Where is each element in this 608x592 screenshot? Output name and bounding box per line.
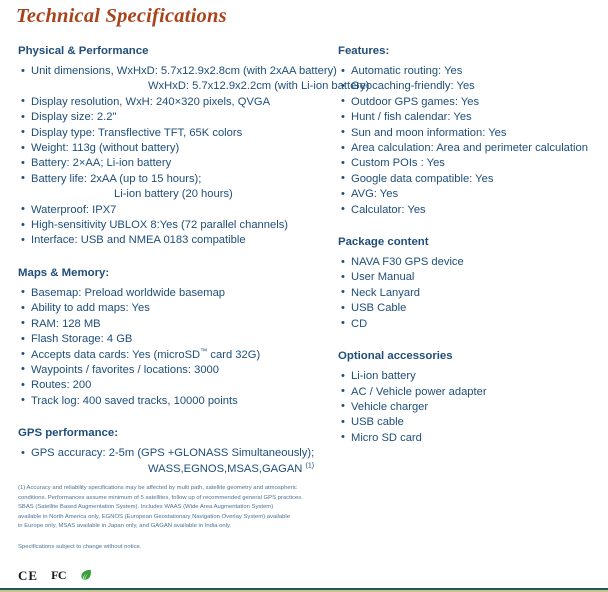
spec-item: Waypoints / favorites / locations: 3000: [18, 362, 330, 378]
spec-item: Micro SD card: [338, 430, 600, 446]
footnote-line: SBAS (Satellite Based Augmentation Syste…: [18, 504, 274, 511]
spec-item: Outdoor GPS games: Yes: [338, 94, 600, 110]
spec-item: Battery life: 2xAA (up to 15 hours);: [18, 171, 330, 187]
spec-item: Ability to add maps: Yes: [18, 301, 330, 317]
spec-item: USB cable: [338, 415, 600, 431]
disclaimer-text: Specifications subject to change without…: [18, 544, 142, 550]
spec-list-optional-accessories: Li-ion batteryAC / Vehicle power adapter…: [338, 369, 600, 446]
rohs-leaf-mark: [79, 568, 93, 582]
spec-item: AVG: Yes: [338, 187, 600, 203]
spec-item: Flash Storage: 4 GB: [18, 332, 330, 348]
spec-item: Calculator: Yes: [338, 202, 600, 218]
spec-list-package-content: NAVA F30 GPS deviceUser ManualNeck Lanya…: [338, 255, 600, 332]
spec-item: USB Cable: [338, 301, 600, 317]
spec-item: Vehicle charger: [338, 399, 600, 415]
spec-item: Li-ion battery: [338, 369, 600, 385]
spec-item: Custom POIs : Yes: [338, 156, 600, 172]
right-column: Features: Automatic routing: YesGeocachin…: [338, 44, 600, 446]
left-column: Physical & Performance Unit dimensions, W…: [18, 44, 370, 477]
spec-item: Weight: 113g (without battery): [18, 141, 330, 157]
spec-item: NAVA F30 GPS device: [338, 255, 600, 271]
spec-item: High-sensitivity UBLOX 8:Yes (72 paralle…: [18, 218, 330, 234]
page-title: Technical Specifications: [16, 5, 227, 27]
trademark-symbol: ™: [200, 345, 208, 355]
spec-item: Routes: 200: [18, 378, 330, 394]
footnote-line: (1) Accuracy and reliability specificati…: [18, 485, 297, 491]
footnote-block: (1) Accuracy and reliability specificati…: [18, 484, 338, 532]
ce-mark: CE: [18, 567, 39, 583]
spec-item: Waterproof: IPX7: [18, 202, 330, 218]
spec-item: Neck Lanyard: [338, 285, 600, 301]
spec-item: Battery: 2×AA; Li-ion battery: [18, 156, 330, 172]
footnote-line: conditions. Performances assume minimum …: [18, 494, 303, 501]
section-heading-features: Features:: [338, 45, 390, 57]
section-heading-physical-performance: Physical & Performance: [18, 45, 149, 57]
spec-item: Sun and moon information: Yes: [338, 125, 600, 141]
spec-item: RAM: 128 MB: [18, 316, 330, 332]
spec-item: Basemap: Preload worldwide basemap: [18, 285, 330, 301]
footnote-marker: (1): [305, 461, 315, 469]
spec-item: Unit dimensions, WxHxD: 5.7x12.9x2.8cm (…: [18, 63, 337, 79]
section-heading-optional-accessories: Optional accessories: [338, 350, 453, 363]
spec-item: AC / Vehicle power adapter: [338, 384, 600, 400]
spec-item: Li-ion battery (20 hours): [114, 188, 233, 201]
spec-item: Geocaching-friendly: Yes: [338, 79, 600, 95]
spec-list-physical-performance: Unit dimensions, WxHxD: 5.7x12.9x2.8cm (…: [18, 63, 370, 249]
section-heading-maps-memory: Maps & Memory:: [18, 266, 110, 279]
section-heading-package-content: Package content: [338, 236, 429, 249]
fcc-mark: FC: [51, 568, 67, 582]
spec-item: CD: [338, 316, 600, 332]
footnote-line: available in North America only, EGNOS (…: [18, 513, 290, 520]
spec-list-gps-performance: GPS accuracy: 2-5m (GPS +GLONASS Simulta…: [18, 446, 330, 477]
section-heading-gps-performance: GPS performance:: [18, 427, 119, 440]
technical-specifications-page: Technical Specifications Physical & Perf…: [0, 0, 608, 592]
certification-marks: CE FC: [18, 566, 93, 584]
spec-item: Display size: 2.2": [18, 110, 330, 126]
spec-list-features: Automatic routing: YesGeocaching-friendl…: [338, 63, 600, 218]
spec-list-maps-memory: Basemap: Preload worldwide basemapAbilit…: [18, 285, 330, 409]
spec-item: Interface: USB and NMEA 0183 compatible: [18, 233, 330, 249]
spec-item: Automatic routing: Yes: [338, 63, 600, 79]
footnote-line: in Europe only, MSAS available in Japan …: [18, 523, 232, 530]
spec-item: Hunt / fish calendar: Yes: [338, 110, 600, 126]
spec-item: Google data compatible: Yes: [338, 171, 600, 187]
spec-item: WASS,EGNOS,MSAS,GAGAN (1): [148, 461, 315, 475]
spec-item: Track log: 400 saved tracks, 10000 point…: [18, 393, 330, 409]
spec-item: Area calculation: Area and perimeter cal…: [338, 141, 600, 157]
spec-item: Accepts data cards: Yes (microSD™ card 3…: [18, 345, 330, 363]
spec-item: Display resolution, WxH: 240×320 pixels,…: [18, 94, 330, 110]
spec-item: User Manual: [338, 270, 600, 286]
spec-item: WxHxD: 5.7x12.9x2.2cm (with Li-ion batte…: [148, 80, 370, 93]
spec-item: GPS accuracy: 2-5m (GPS +GLONASS Simulta…: [18, 446, 330, 462]
spec-item: Display type: Transflective TFT, 65K col…: [18, 125, 330, 141]
